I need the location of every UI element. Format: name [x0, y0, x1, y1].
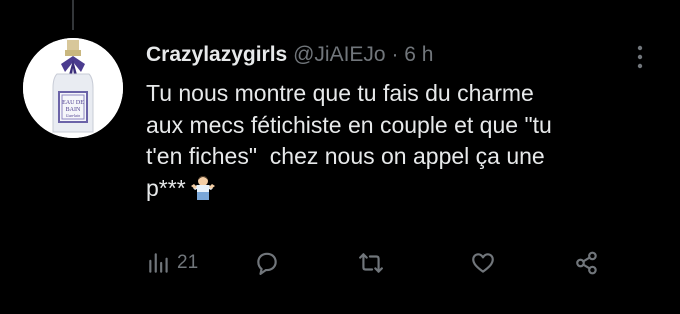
views-button[interactable]: 21 — [146, 243, 198, 283]
reply-icon — [257, 252, 277, 275]
views-count: 21 — [177, 252, 199, 273]
avatar[interactable]: EAU DE BAIN Guerlain — [23, 38, 123, 138]
tweet-actions: 21 — [140, 243, 620, 283]
svg-text:Guerlain: Guerlain — [66, 113, 80, 118]
share-icon — [576, 251, 597, 275]
thread-line — [72, 0, 74, 30]
timestamp[interactable]: 6 h — [404, 43, 433, 66]
reply-button[interactable] — [254, 243, 280, 283]
heart-icon — [472, 253, 494, 273]
tweet-header: Crazylazygirls @JiAIEJo · 6 h — [146, 40, 434, 70]
tweet-text: Tu nous montre que tu fais du charme aux… — [146, 78, 656, 204]
svg-text:EAU DE: EAU DE — [62, 100, 84, 106]
retweet-icon — [359, 253, 383, 273]
display-name[interactable]: Crazylazygirls — [146, 43, 287, 66]
more-options-icon[interactable] — [632, 44, 648, 70]
like-button[interactable] — [470, 243, 496, 283]
share-button[interactable] — [574, 243, 600, 283]
man-shrugging-emoji — [190, 174, 216, 200]
analytics-icon — [149, 253, 168, 273]
retweet-button[interactable] — [358, 243, 384, 283]
user-handle[interactable]: @JiAIEJo — [293, 43, 386, 66]
perfume-bottle-image: EAU DE BAIN Guerlain — [23, 38, 123, 138]
separator-dot: · — [391, 43, 399, 66]
